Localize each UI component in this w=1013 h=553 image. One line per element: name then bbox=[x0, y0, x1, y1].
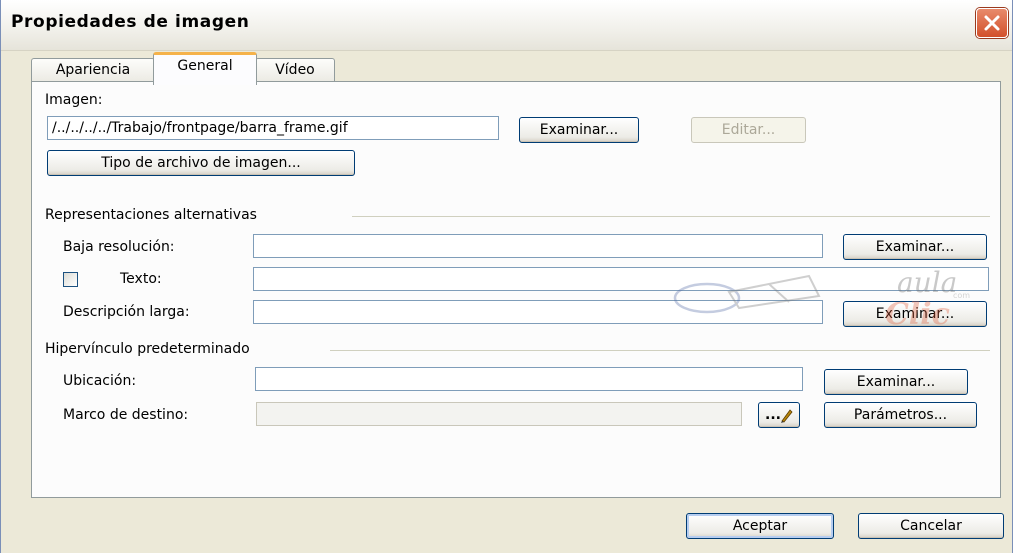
mortarboard-icon: aula com Clic bbox=[673, 266, 970, 332]
dialog-title: Propiedades de imagen bbox=[11, 12, 250, 32]
tab-apariencia[interactable]: Apariencia bbox=[31, 58, 155, 81]
text-label: Texto: bbox=[120, 271, 162, 287]
image-edit-button[interactable]: Editar... bbox=[691, 117, 806, 143]
title-bar: Propiedades de imagen bbox=[1, 0, 1012, 51]
tab-video[interactable]: Vídeo bbox=[255, 58, 335, 81]
close-button[interactable] bbox=[976, 8, 1008, 38]
hyperlink-group-divider bbox=[330, 350, 990, 351]
low-res-browse-button[interactable]: Examinar... bbox=[843, 234, 987, 260]
target-frame-picker-button[interactable]: ... bbox=[758, 402, 800, 428]
pencil-icon bbox=[781, 409, 793, 423]
location-field[interactable] bbox=[255, 367, 803, 391]
target-frame-label: Marco de destino: bbox=[63, 407, 189, 423]
svg-text:Clic: Clic bbox=[885, 297, 950, 332]
target-frame-field[interactable] bbox=[256, 402, 742, 426]
svg-text:aula: aula bbox=[897, 266, 957, 299]
tab-label: Apariencia bbox=[55, 62, 131, 78]
tab-general[interactable]: General bbox=[153, 52, 257, 85]
low-res-label: Baja resolución: bbox=[63, 239, 175, 255]
location-browse-button[interactable]: Examinar... bbox=[824, 369, 968, 395]
image-properties-dialog: Propiedades de imagen Apariencia General… bbox=[0, 0, 1013, 553]
tab-label: Vídeo bbox=[275, 62, 315, 78]
parameters-button[interactable]: Parámetros... bbox=[824, 402, 977, 428]
ok-button[interactable]: Aceptar bbox=[686, 513, 834, 539]
long-description-label: Descripción larga: bbox=[63, 304, 190, 320]
image-path-field[interactable]: /../../../../Trabajo/frontpage/barra_fra… bbox=[47, 116, 499, 140]
image-file-type-button[interactable]: Tipo de archivo de imagen... bbox=[47, 150, 355, 176]
image-browse-button[interactable]: Examinar... bbox=[519, 117, 639, 143]
alternatives-group-divider bbox=[352, 216, 990, 217]
cancel-button[interactable]: Cancelar bbox=[858, 513, 1004, 539]
image-label: Imagen: bbox=[45, 92, 103, 108]
alternatives-group-label: Representaciones alternativas bbox=[45, 207, 257, 223]
close-icon bbox=[984, 15, 1000, 31]
text-checkbox[interactable] bbox=[63, 272, 78, 287]
svg-text:com: com bbox=[953, 291, 970, 300]
location-label: Ubicación: bbox=[63, 373, 137, 389]
aulaclic-watermark-logo: aula com Clic bbox=[659, 262, 979, 336]
low-res-field[interactable] bbox=[253, 234, 823, 258]
hyperlink-group-label: Hipervínculo predeterminado bbox=[45, 341, 250, 357]
tab-label: General bbox=[177, 58, 233, 74]
